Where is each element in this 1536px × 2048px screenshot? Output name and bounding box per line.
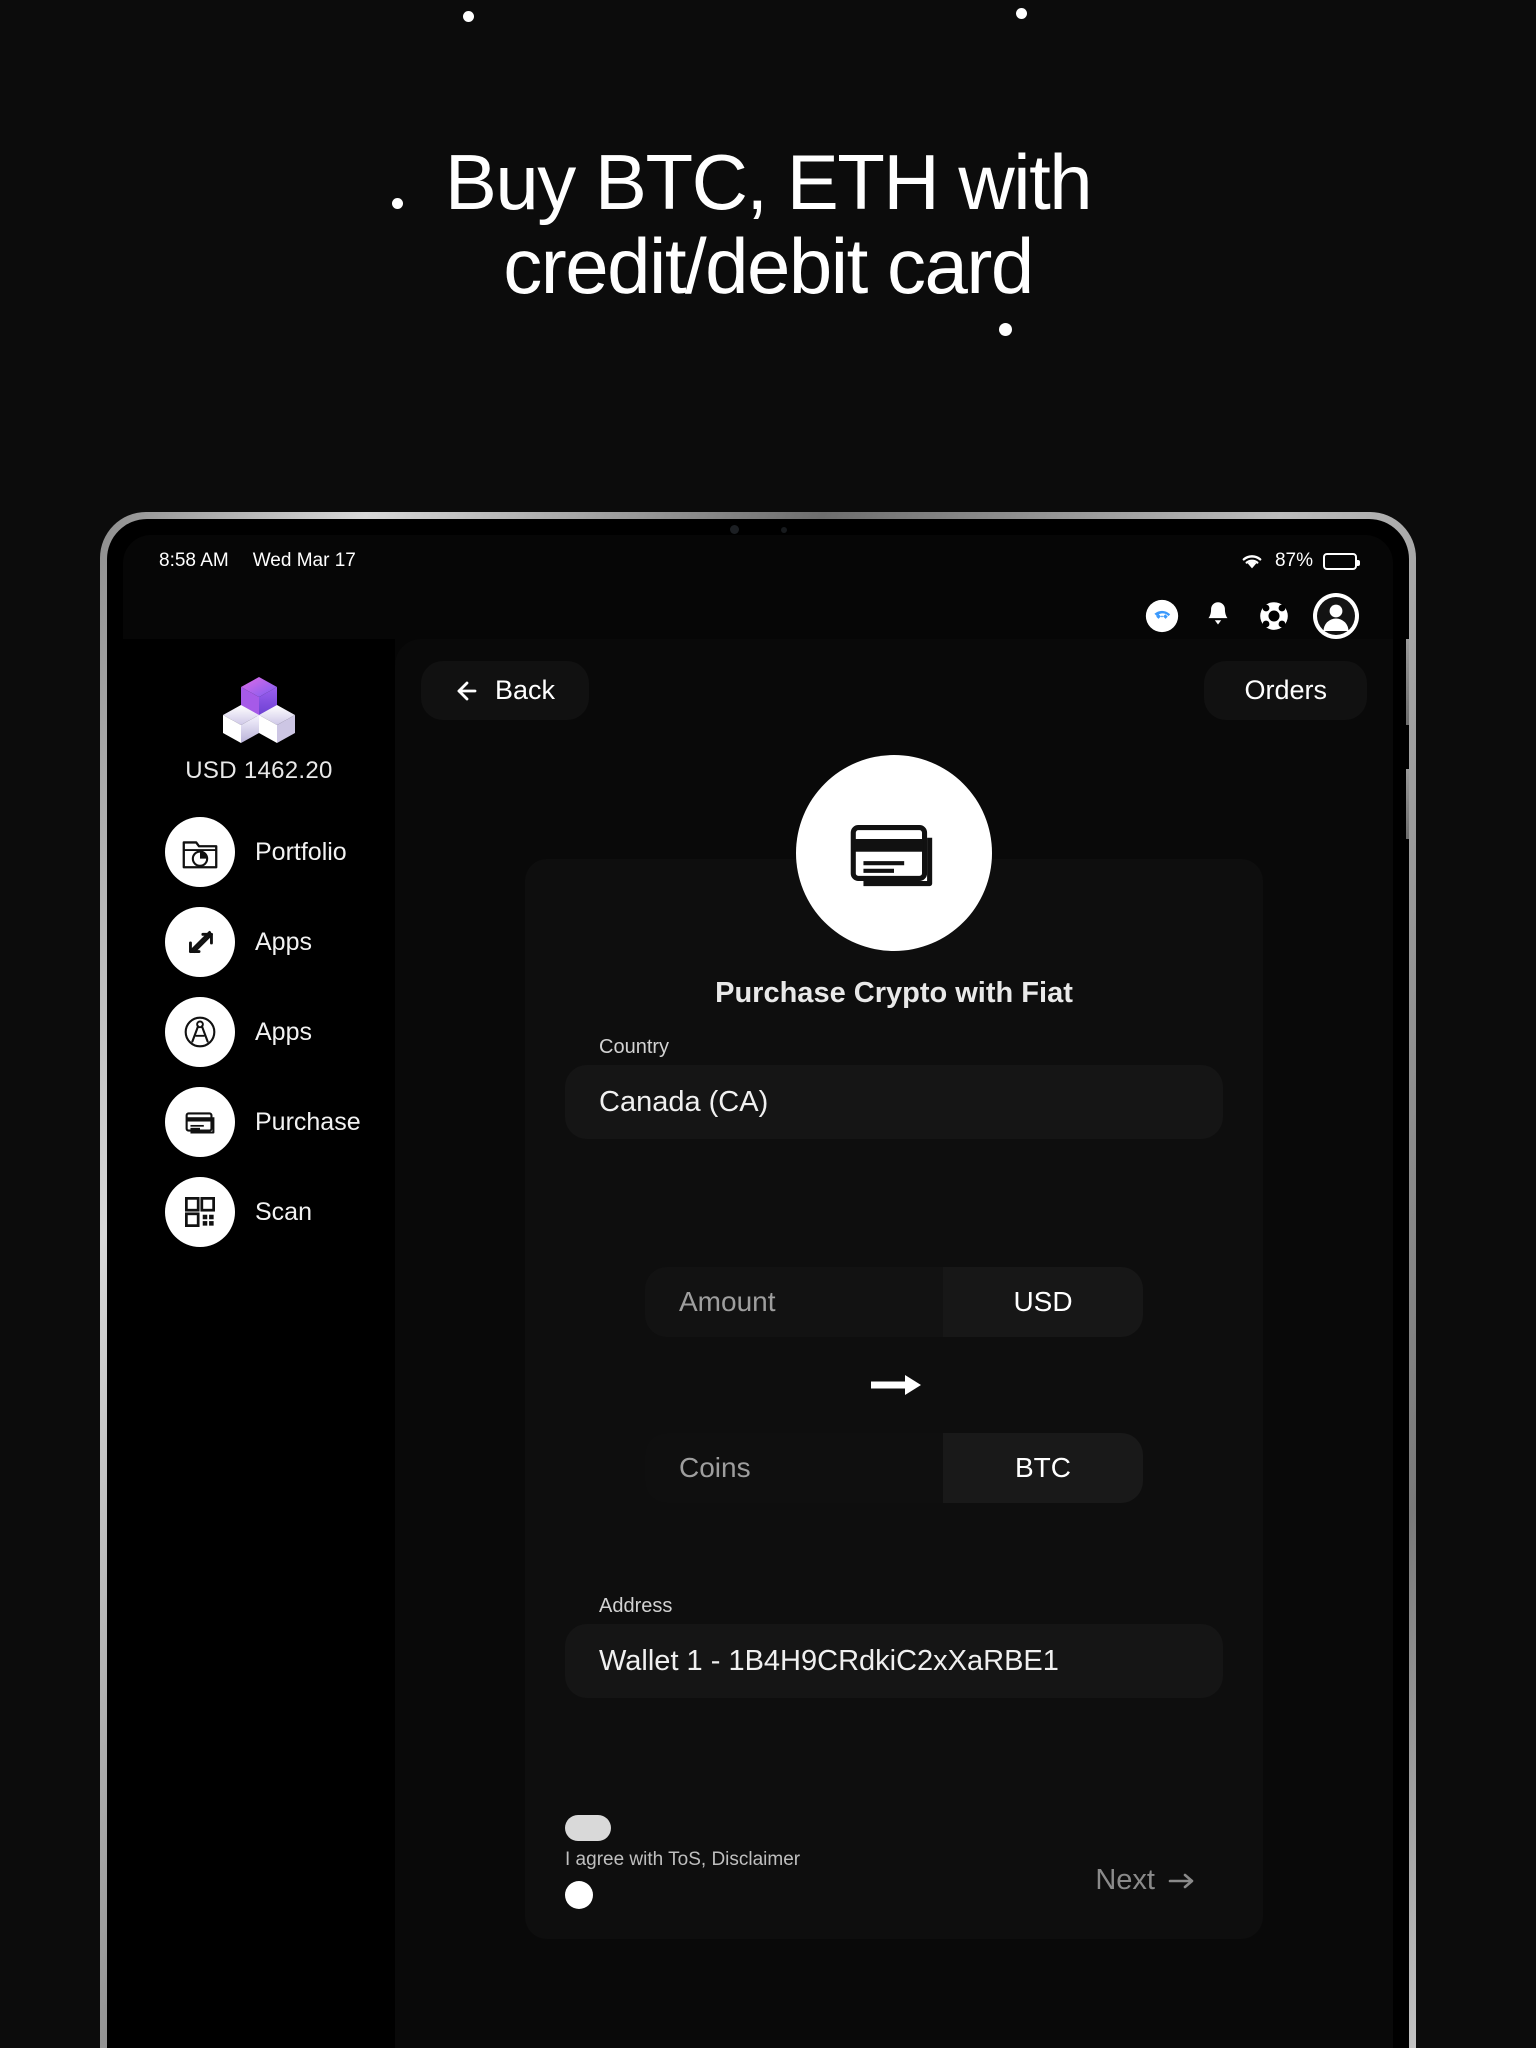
status-bar: 8:58 AM Wed Mar 17 87% xyxy=(123,535,1393,587)
battery-percent-label: 87% xyxy=(1274,550,1313,571)
agree-toggle[interactable] xyxy=(565,1815,611,1841)
back-button-label: Back xyxy=(495,675,556,705)
sidebar-item-label: Apps xyxy=(255,927,312,956)
compass-icon xyxy=(165,997,235,1067)
next-button[interactable]: Next xyxy=(1069,1852,1223,1909)
swap-arrows-icon xyxy=(165,907,235,977)
status-right: 87% xyxy=(1239,550,1360,572)
address-label: Address xyxy=(599,1595,673,1617)
sidebar-balance: USD 1462.20 xyxy=(185,757,333,784)
page-title: Buy BTC, ETH with credit/debit card xyxy=(0,138,1536,311)
coins-row: Coins BTC xyxy=(645,1433,1143,1503)
purchase-card: Purchase Crypto with Fiat Country Canada… xyxy=(525,755,1263,1939)
bell-icon[interactable] xyxy=(1201,599,1235,633)
sidebar-nav: Portfolio Apps Apps Purchase Scan xyxy=(123,817,395,1247)
coin-select[interactable]: BTC xyxy=(943,1433,1143,1503)
address-field-group: Address Wallet 1 - 1B4H9CRdkiC2xXaRBE1 xyxy=(565,1595,1223,1698)
cubes-logo-icon xyxy=(217,665,301,749)
status-left: 8:58 AM Wed Mar 17 xyxy=(159,550,356,572)
sidebar-item-label: Apps xyxy=(255,1017,312,1046)
wifi-icon xyxy=(1242,555,1262,569)
walletconnect-icon[interactable] xyxy=(1145,599,1179,633)
battery-icon xyxy=(1323,552,1360,570)
amount-currency-select[interactable]: USD xyxy=(943,1267,1143,1337)
qr-code-icon xyxy=(165,1177,235,1247)
country-field-group: Country Canada (CA) xyxy=(565,1036,1223,1139)
front-camera-icon xyxy=(729,525,739,534)
tablet-device: 8:58 AM Wed Mar 17 87% USD 1462.20 Portf… xyxy=(100,512,1416,2048)
decorative-dot xyxy=(1016,8,1027,19)
next-button-label: Next xyxy=(1095,1864,1155,1896)
sidebar-item-apps-compass[interactable]: Apps xyxy=(165,997,395,1067)
sidebar-item-scan[interactable]: Scan xyxy=(165,1177,395,1247)
decorative-dot xyxy=(463,11,474,22)
main-content: Back Orders Purchase Crypto with Fiat Co… xyxy=(395,639,1393,2048)
content-topbar: Back Orders xyxy=(421,651,1367,720)
front-camera-group xyxy=(107,525,1409,534)
back-button[interactable]: Back xyxy=(421,661,590,720)
purchase-card-footer: I agree with ToS, Disclaimer Next xyxy=(565,1815,1223,1909)
sidebar-item-apps-swap[interactable]: Apps xyxy=(165,907,395,977)
folder-chart-icon xyxy=(165,817,235,887)
sidebar-item-label: Purchase xyxy=(255,1107,361,1136)
status-time: 8:58 AM xyxy=(159,550,229,571)
decorative-dot xyxy=(999,323,1012,336)
page-root: Buy BTC, ETH with credit/debit card 8:58… xyxy=(0,0,1536,2048)
coins-input[interactable]: Coins xyxy=(645,1433,943,1503)
sidebar-item-label: Scan xyxy=(255,1197,312,1226)
sidebar: USD 1462.20 Portfolio Apps Apps Purchase… xyxy=(123,639,395,2048)
app-body: USD 1462.20 Portfolio Apps Apps Purchase… xyxy=(123,639,1393,2048)
sidebar-item-purchase[interactable]: Purchase xyxy=(165,1087,395,1157)
credit-card-icon xyxy=(165,1087,235,1157)
avatar-icon xyxy=(1314,594,1358,638)
sidebar-item-label: Portfolio xyxy=(255,837,347,866)
tablet-bezel: 8:58 AM Wed Mar 17 87% USD 1462.20 Portf… xyxy=(107,519,1409,2048)
amount-input[interactable]: Amount xyxy=(645,1267,943,1337)
arrow-left-icon xyxy=(457,681,477,700)
convert-direction xyxy=(565,1337,1223,1433)
purchase-card-title: Purchase Crypto with Fiat xyxy=(715,977,1073,1009)
agree-label[interactable]: I agree with ToS, Disclaimer xyxy=(565,1849,800,1871)
page-title-line-1: Buy BTC, ETH with xyxy=(444,138,1093,226)
page-title-line-2: credit/debit card xyxy=(503,222,1034,311)
app-header-icons xyxy=(1145,593,1359,639)
volume-button[interactable] xyxy=(1406,639,1409,725)
purchase-card-badge xyxy=(796,755,992,951)
orders-button[interactable]: Orders xyxy=(1204,661,1367,720)
arrow-right-icon xyxy=(871,1375,921,1395)
credit-card-icon xyxy=(850,825,933,887)
orders-button-label: Orders xyxy=(1244,675,1327,705)
status-date: Wed Mar 17 xyxy=(252,550,356,571)
toggle-knob[interactable] xyxy=(565,1881,593,1909)
sidebar-item-portfolio[interactable]: Portfolio xyxy=(165,817,395,887)
avatar[interactable] xyxy=(1313,593,1359,639)
power-button[interactable] xyxy=(1406,769,1409,839)
country-select[interactable]: Canada (CA) xyxy=(565,1065,1223,1139)
tablet-screen: 8:58 AM Wed Mar 17 87% USD 1462.20 Portf… xyxy=(123,535,1393,2048)
address-select[interactable]: Wallet 1 - 1B4H9CRdkiC2xXaRBE1 xyxy=(565,1624,1223,1698)
arrow-right-icon xyxy=(1168,1873,1194,1888)
agree-group: I agree with ToS, Disclaimer xyxy=(565,1815,800,1909)
lifebuoy-icon[interactable] xyxy=(1257,599,1291,633)
amount-row: Amount USD xyxy=(645,1267,1143,1337)
ambient-sensor-icon xyxy=(780,526,787,533)
country-label: Country xyxy=(599,1036,670,1058)
